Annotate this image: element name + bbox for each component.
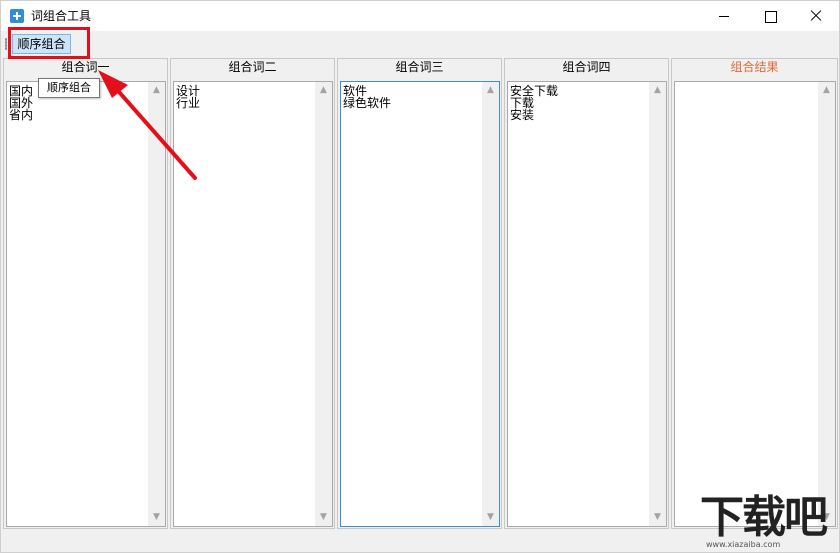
vertical-scrollbar[interactable]: ▲ ▼ — [148, 82, 165, 526]
maximize-button[interactable] — [747, 1, 793, 31]
word-list-items-4: 安全下载 下载 安装 — [510, 85, 558, 121]
scroll-up-icon[interactable]: ▲ — [818, 82, 835, 99]
word-list-3[interactable]: 软件 绿色软件 ▲ ▼ — [340, 81, 500, 527]
title-bar: 词组合工具 — [1, 1, 839, 31]
scroll-up-icon[interactable]: ▲ — [315, 82, 332, 99]
watermark-text: 下载吧 — [700, 492, 828, 543]
word-list-items-3: 软件 绿色软件 — [343, 85, 391, 109]
result-list[interactable]: ▲ ▼ — [674, 81, 836, 527]
scroll-up-icon[interactable]: ▲ — [148, 82, 165, 99]
toolbar: 顺序组合 — [1, 31, 839, 57]
column-header-3: 组合词三 — [395, 60, 444, 74]
word-list-4[interactable]: 安全下载 下载 安装 ▲ ▼ — [507, 81, 667, 527]
list-item[interactable]: 行业 — [176, 97, 200, 109]
scroll-down-icon[interactable]: ▼ — [482, 509, 499, 526]
watermark-url: www.xiazaiba.com — [706, 540, 781, 549]
vertical-scrollbar[interactable]: ▲ ▼ — [649, 82, 666, 526]
watermark-logo: 下载吧 www.xiazaiba.com — [700, 492, 840, 552]
toolbar-grip-icon[interactable] — [5, 38, 7, 50]
list-item[interactable]: 安装 — [510, 109, 558, 121]
vertical-scrollbar[interactable]: ▲ ▼ — [818, 82, 835, 526]
scroll-down-icon[interactable]: ▼ — [148, 509, 165, 526]
app-window: 词组合工具 顺序组合 组合词一 国内 国外 省内 ▲ ▼ 组合词二 设计 行业 … — [0, 0, 840, 553]
scroll-down-icon[interactable]: ▼ — [315, 509, 332, 526]
column-header-2: 组合词二 — [228, 60, 277, 74]
scroll-up-icon[interactable]: ▲ — [482, 82, 499, 99]
word-list-2[interactable]: 设计 行业 ▲ ▼ — [173, 81, 333, 527]
word-list-items-1: 国内 国外 省内 — [9, 85, 33, 121]
column-header-1: 组合词一 — [61, 60, 110, 74]
window-title: 词组合工具 — [31, 9, 92, 23]
app-icon — [10, 9, 24, 23]
column-header-result: 组合结果 — [730, 60, 779, 74]
highlight-annotation-box — [8, 27, 90, 59]
tooltip: 顺序组合 — [38, 78, 100, 98]
word-list-1[interactable]: 国内 国外 省内 ▲ ▼ — [6, 81, 166, 527]
column-header-4: 组合词四 — [562, 60, 611, 74]
word-list-items-2: 设计 行业 — [176, 85, 200, 109]
vertical-scrollbar[interactable]: ▲ ▼ — [315, 82, 332, 526]
list-item[interactable]: 绿色软件 — [343, 97, 391, 109]
minimize-button[interactable] — [701, 1, 747, 31]
vertical-scrollbar[interactable]: ▲ ▼ — [482, 82, 499, 526]
scroll-up-icon[interactable]: ▲ — [649, 82, 666, 99]
list-item[interactable]: 省内 — [9, 109, 33, 121]
close-button[interactable] — [793, 1, 839, 31]
scroll-down-icon[interactable]: ▼ — [649, 509, 666, 526]
